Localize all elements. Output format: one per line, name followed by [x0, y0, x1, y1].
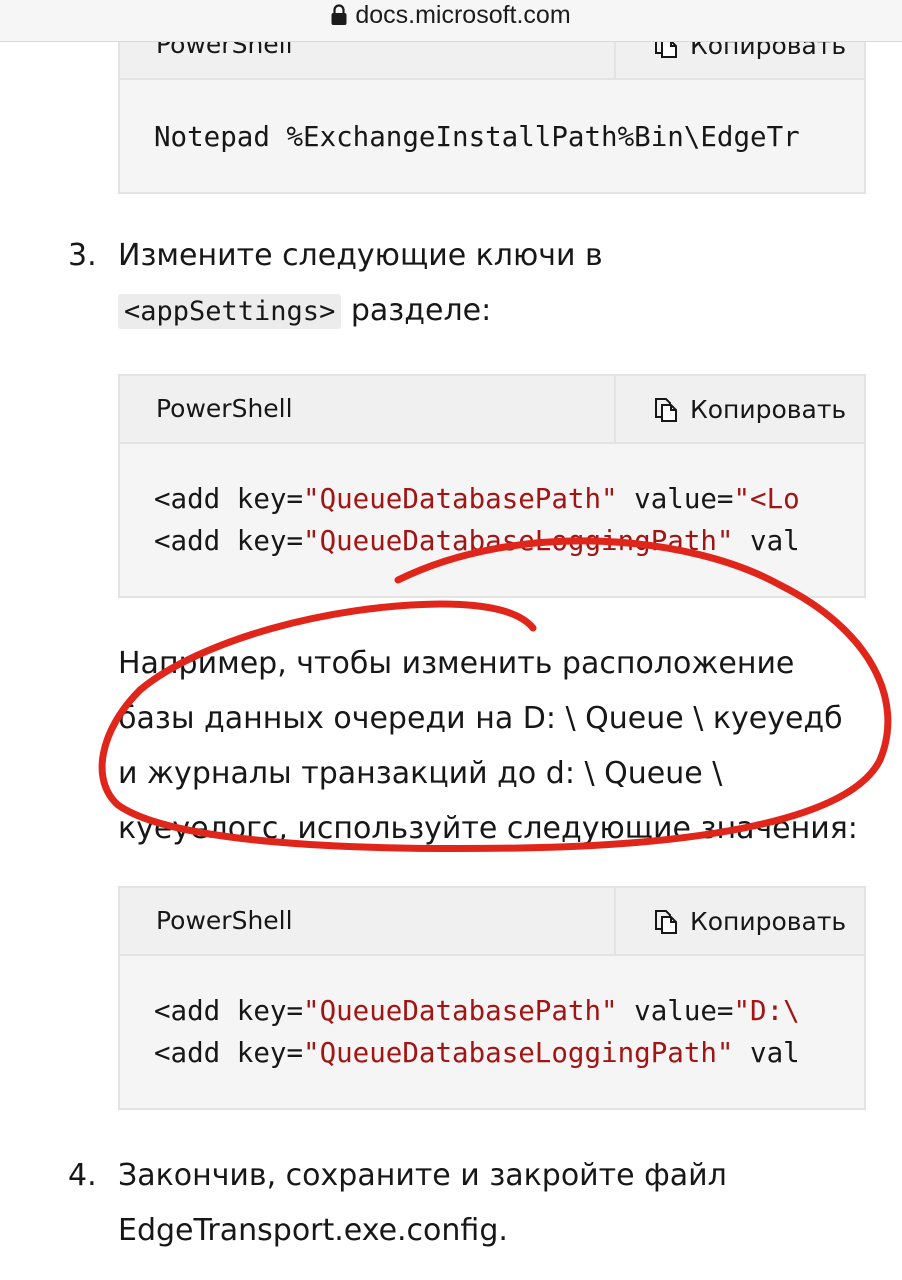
code-token: <add key=: [154, 1037, 304, 1069]
code-block-header: PowerShell Копировать: [120, 888, 864, 956]
code-language-label: PowerShell: [156, 394, 293, 423]
step-4-text: Закончив, сохраните и закройте файл Edge…: [118, 1148, 727, 1258]
code-line: <add key="QueueDatabasePath" value="<Lo: [154, 478, 864, 520]
step-3-line-2-rest: разделе:: [341, 293, 492, 328]
code-language-label: PowerShell: [156, 906, 293, 935]
code-block-3: PowerShell Копировать <add key="QueueDat…: [118, 886, 866, 1110]
example-line: Например, чтобы изменить расположение: [118, 646, 795, 681]
step-number: 4.: [68, 1158, 97, 1193]
code-body[interactable]: Notepad %ExchangeInstallPath%Bin\EdgeTr: [120, 80, 864, 192]
code-token: value=: [617, 483, 734, 515]
code-line: <add key="QueueDatabasePath" value="D:\: [154, 990, 864, 1032]
code-token: val: [733, 525, 800, 557]
code-string-token: "D:\: [733, 995, 800, 1027]
copy-button[interactable]: Копировать: [614, 888, 864, 954]
code-line: <add key="QueueDatabaseLoggingPath" val: [154, 520, 864, 562]
code-token: val: [733, 1037, 800, 1069]
code-string-token: "QueueDatabaseLoggingPath": [303, 525, 734, 557]
code-body[interactable]: <add key="QueueDatabasePath" value="D:\ <…: [120, 956, 864, 1106]
example-line: куеуелогс, используйте следующие значени…: [118, 811, 858, 846]
code-line: <add key="QueueDatabaseLoggingPath" val: [154, 1032, 864, 1074]
code-token: value=: [617, 995, 734, 1027]
example-line: базы данных очереди на D: \ Queue \ куеу…: [118, 701, 843, 736]
step-4-line-1: Закончив, сохраните и закройте файл: [118, 1158, 727, 1193]
step-3-line-2: <appSettings> разделе:: [118, 283, 603, 339]
code-block-header: PowerShell Копировать: [120, 376, 864, 444]
copy-icon: [652, 907, 680, 935]
step-number: 3.: [68, 238, 97, 273]
code-body[interactable]: <add key="QueueDatabasePath" value="<Lo <…: [120, 444, 864, 594]
step-4-line-2: EdgeTransport.exe.config.: [118, 1213, 508, 1248]
code-block-2: PowerShell Копировать <add key="QueueDat…: [118, 374, 866, 598]
code-string-token: "QueueDatabaseLoggingPath": [303, 1037, 734, 1069]
code-string-token: "<Lo: [733, 483, 800, 515]
copy-button[interactable]: Копировать: [614, 376, 864, 442]
copy-icon: [652, 395, 680, 423]
code-token: <add key=: [154, 525, 304, 557]
code-token: Notepad %ExchangeInstallPath%Bin\EdgeTr: [154, 121, 800, 153]
step-3-line-1: Измените следующие ключи в: [118, 238, 603, 273]
copy-button-label: Копировать: [690, 906, 847, 936]
code-string-token: "QueueDatabasePath": [303, 995, 618, 1027]
example-line: и журналы транзакций до d: \ Queue \: [118, 756, 723, 791]
code-token: <add key=: [154, 483, 304, 515]
step-3-text: Измените следующие ключи в <appSettings>…: [118, 228, 603, 339]
inline-code-appsettings: <appSettings>: [118, 294, 342, 329]
lock-icon: [331, 4, 347, 26]
copy-button-label: Копировать: [690, 394, 847, 424]
code-token: <add key=: [154, 995, 304, 1027]
browser-url-bar[interactable]: docs.microsoft.com: [0, 0, 902, 42]
code-line: Notepad %ExchangeInstallPath%Bin\EdgeTr: [154, 116, 864, 158]
url-text: docs.microsoft.com: [355, 1, 571, 29]
example-paragraph: Например, чтобы изменить расположение ба…: [118, 636, 858, 856]
code-string-token: "QueueDatabasePath": [303, 483, 618, 515]
